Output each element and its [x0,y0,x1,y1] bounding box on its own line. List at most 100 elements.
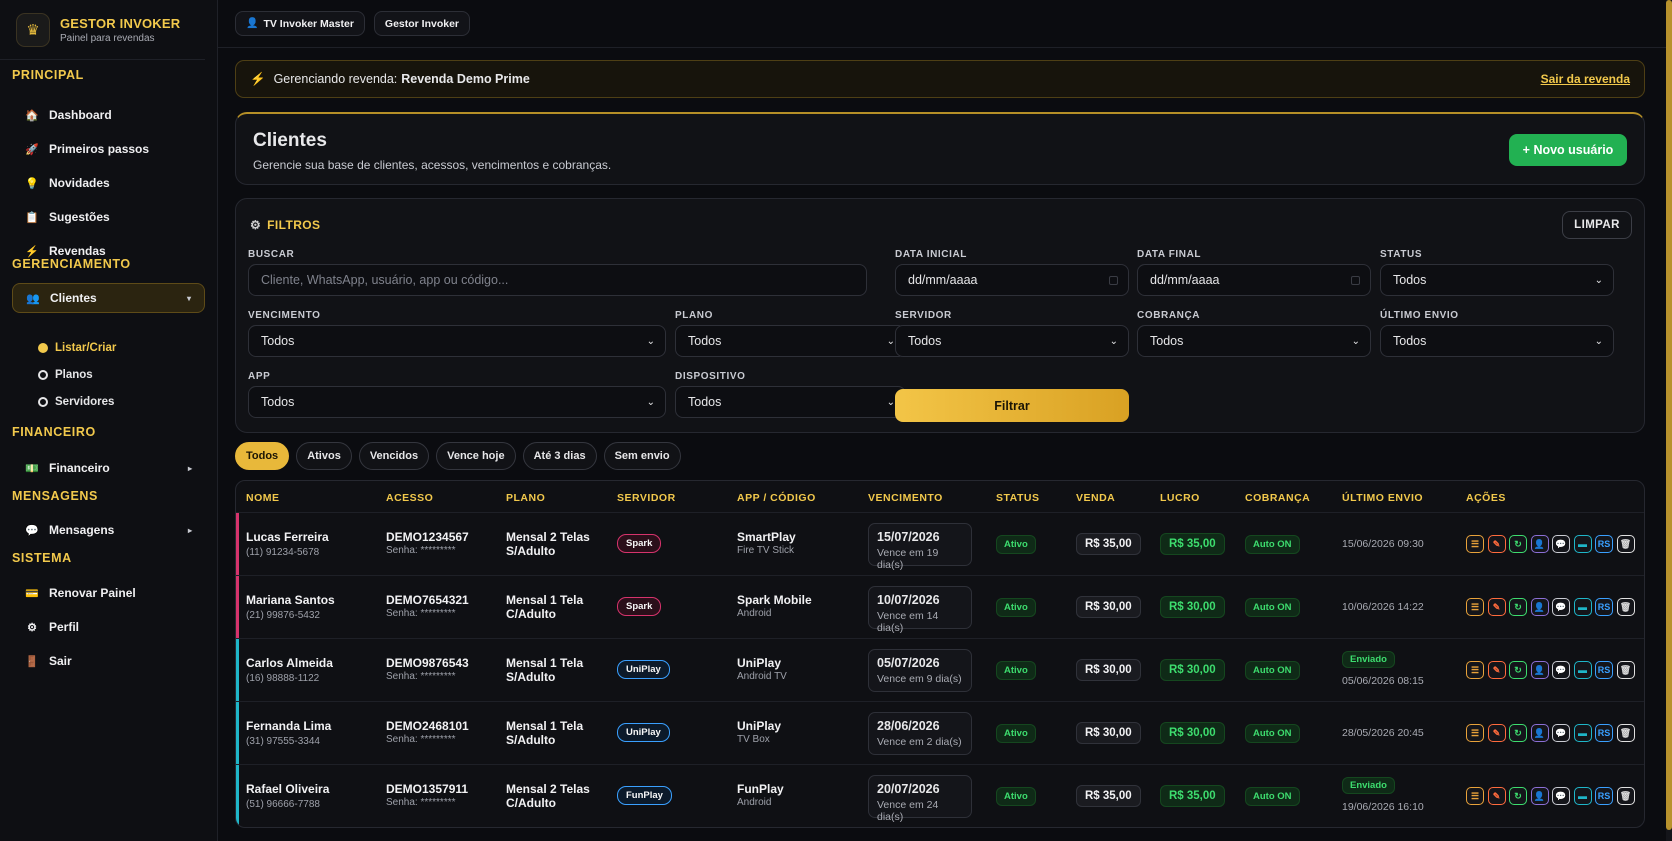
tab-gestor-invoker[interactable]: Gestor Invoker [373,11,471,36]
edit-icon[interactable]: ✎ [1487,787,1506,805]
user-icon[interactable]: 👤 [1530,661,1549,679]
sidebar-item-financeiro[interactable]: 💵 Financeiro ▸ [12,453,205,483]
table-row[interactable]: Fernanda Lima (31) 97555-3344 DEMO2468101 S… [236,701,1644,765]
edit-icon[interactable]: ✎ [1487,535,1506,553]
logo-icon: ♛ [16,12,50,47]
app-name: UniPlay [737,656,782,670]
client-name[interactable]: Lucas Ferreira [246,530,329,544]
sidebar-item-renovar-painel[interactable]: 💳 Renovar Painel [12,578,205,608]
trash-icon[interactable]: 🗑 [1616,598,1635,616]
sidebar-item-sugestoes[interactable]: 📋 Sugestões [12,202,205,232]
filter-chip[interactable]: Vence hoje [436,442,516,470]
rs-icon[interactable]: RS [1595,535,1613,553]
trash-icon[interactable]: 🗑 [1616,724,1635,742]
user-icon[interactable]: 👤 [1530,535,1549,553]
trash-icon[interactable]: 🗑 [1616,787,1635,805]
message-icon[interactable]: 💬 [1552,787,1570,805]
plan-cell: Mensal 2 Telas S/Adulto [506,530,590,558]
message-icon[interactable]: 💬 [1552,724,1570,742]
card-icon[interactable]: ▬ [1573,787,1592,805]
sidebar-item-label: Mensagens [49,523,115,537]
sidebar-item-perfil[interactable]: ⚙ Perfil [12,612,205,642]
renew-icon[interactable]: ↻ [1509,661,1527,679]
client-name[interactable]: Fernanda Lima [246,719,331,733]
user-icon[interactable]: 👤 [1530,724,1549,742]
filter-chip[interactable]: Vencidos [358,442,430,470]
trash-icon[interactable]: 🗑 [1616,535,1635,553]
sidebar-item-dashboard[interactable]: 🏠 Dashboard [12,100,205,130]
menu-icon[interactable]: ☰ [1466,787,1484,805]
filter-chip[interactable]: Todos [235,442,290,470]
table-row[interactable]: Mariana Santos (21) 99876-5432 DEMO7654321… [236,575,1644,639]
card-icon[interactable]: ▬ [1573,598,1592,616]
filter-chip[interactable]: Até 3 dias [522,442,597,470]
renew-icon[interactable]: ↻ [1509,535,1527,553]
rs-icon[interactable]: RS [1595,661,1613,679]
access-cell: DEMO7654321 Senha: ********* [386,593,469,619]
client-name[interactable]: Mariana Santos [246,593,335,607]
exit-reseller-link[interactable]: Sair da revenda [1541,72,1630,86]
client-name[interactable]: Carlos Almeida [246,656,333,670]
filter-button[interactable]: Filtrar [895,389,1129,422]
trash-icon[interactable]: 🗑 [1616,661,1635,679]
message-icon[interactable]: 💬 [1552,661,1570,679]
edit-icon[interactable]: ✎ [1487,724,1506,742]
search-input[interactable]: Cliente, WhatsApp, usuário, app ou códig… [248,264,867,296]
clear-filters-button[interactable]: LIMPAR [1562,211,1632,239]
new-user-button[interactable]: + Novo usuário [1509,134,1627,166]
end-date-input[interactable]: dd/mm/aaaa [1137,264,1371,296]
menu-icon[interactable]: ☰ [1466,598,1484,616]
filter-chip[interactable]: Ativos [296,442,352,470]
plan-name: Mensal 2 Telas [506,530,590,544]
plano-select-value: Todos [688,334,722,348]
cobranca-select-value: Todos [1150,334,1184,348]
edit-icon[interactable]: ✎ [1487,598,1506,616]
table-row[interactable]: Lucas Ferreira (11) 91234-5678 DEMO1234567… [236,512,1644,576]
card-icon[interactable]: ▬ [1573,535,1592,553]
card-icon[interactable]: ▬ [1573,661,1592,679]
renew-icon[interactable]: ↻ [1509,787,1527,805]
plano-select[interactable]: Todos ⌄ [675,325,906,357]
rs-icon[interactable]: RS [1595,598,1613,616]
card-icon[interactable]: ▬ [1573,724,1592,742]
sidebar-item-mensagens[interactable]: 💬 Mensagens ▸ [12,515,205,545]
scrollbar[interactable] [1666,0,1672,841]
renew-icon[interactable]: ↻ [1509,598,1527,616]
table-row[interactable]: Rafael Oliveira (51) 96666-7788 DEMO135791… [236,764,1644,827]
vencimento-select[interactable]: Todos ⌄ [248,325,666,357]
sidebar-sub-servidores[interactable]: Servidores [38,396,114,408]
message-icon[interactable]: 💬 [1552,598,1570,616]
sidebar-item-sair[interactable]: 🚪 Sair [12,646,205,676]
menu-icon[interactable]: ☰ [1466,724,1484,742]
ultimo-envio-select[interactable]: Todos ⌄ [1380,325,1614,357]
sidebar-sub-listar-criar[interactable]: Listar/Criar [38,342,116,354]
plan-name: Mensal 2 Telas [506,782,590,796]
rs-icon[interactable]: RS [1595,787,1613,805]
client-name[interactable]: Rafael Oliveira [246,782,329,796]
tab-tv-invoker-master[interactable]: 👤 TV Invoker Master [235,11,365,36]
scrollbar-thumb[interactable] [1666,0,1672,830]
cobranca-select[interactable]: Todos ⌄ [1137,325,1371,357]
plan-cell: Mensal 1 Tela S/Adulto [506,719,583,747]
sidebar-item-novidades[interactable]: 💡 Novidades [12,168,205,198]
menu-icon[interactable]: ☰ [1466,661,1484,679]
message-icon[interactable]: 💬 [1552,535,1570,553]
user-icon[interactable]: 👤 [1530,787,1549,805]
start-date-input[interactable]: dd/mm/aaaa [895,264,1129,296]
renew-icon[interactable]: ↻ [1509,724,1527,742]
status-select[interactable]: Todos ⌄ [1380,264,1614,296]
filter-chip[interactable]: Sem envio [603,442,681,470]
brand[interactable]: ♛ GESTOR INVOKER Painel para revendas [0,0,205,60]
servidor-select[interactable]: Todos ⌄ [895,325,1129,357]
sidebar-item-clientes[interactable]: 👥 Clientes ▾ [12,283,205,313]
user-icon[interactable]: 👤 [1530,598,1549,616]
profit-value: R$ 30,00 [1160,659,1225,681]
rs-icon[interactable]: RS [1595,724,1613,742]
table-row[interactable]: Carlos Almeida (16) 98888-1122 DEMO9876543… [236,638,1644,702]
sidebar-sub-planos[interactable]: Planos [38,369,93,381]
edit-icon[interactable]: ✎ [1487,661,1506,679]
sidebar-item-primeiros-passos[interactable]: 🚀 Primeiros passos [12,134,205,164]
app-select[interactable]: Todos ⌄ [248,386,666,418]
menu-icon[interactable]: ☰ [1466,535,1484,553]
dispositivo-select[interactable]: Todos ⌄ [675,386,906,418]
